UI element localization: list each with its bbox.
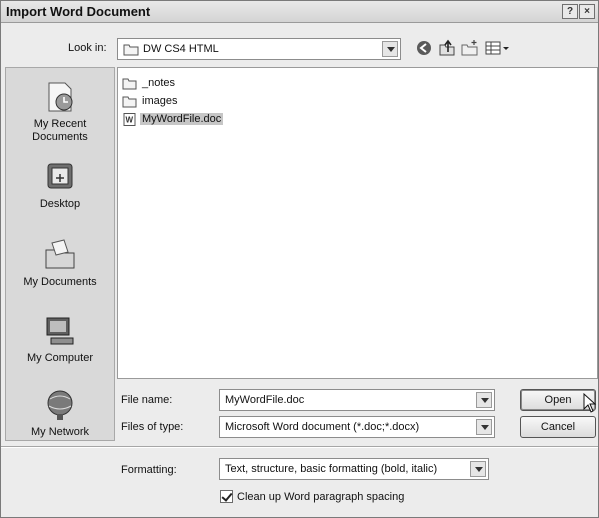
formatting-dropdown[interactable]: Text, structure, basic formatting (bold,…	[219, 458, 489, 480]
file-name-value: MyWordFile.doc	[225, 394, 305, 406]
chevron-down-icon[interactable]	[382, 41, 398, 57]
look-in-value: DW CS4 HTML	[143, 43, 219, 55]
look-in-dropdown[interactable]: DW CS4 HTML	[117, 38, 401, 60]
word-document-icon: W	[123, 113, 136, 126]
view-menu-icon[interactable]	[485, 39, 511, 57]
my-computer-icon	[43, 314, 77, 348]
files-of-type-value: Microsoft Word document (*.doc;*.docx)	[225, 421, 420, 433]
title-bar: Import Word Document ? ×	[1, 1, 598, 23]
file-name: MyWordFile.doc	[140, 113, 224, 125]
my-documents-icon	[43, 238, 77, 272]
mouse-pointer-icon	[583, 393, 597, 413]
place-my-recent-documents[interactable]: My Recent Documents	[6, 80, 114, 144]
place-my-computer[interactable]: My Computer	[6, 314, 114, 365]
back-icon[interactable]	[415, 39, 433, 57]
cleanup-checkbox[interactable]	[220, 490, 233, 503]
chevron-down-icon[interactable]	[476, 392, 492, 408]
file-list[interactable]: _notes images W MyWordFile.doc	[117, 67, 598, 379]
folder-icon	[123, 44, 139, 56]
svg-text:W: W	[126, 116, 134, 125]
desktop-icon	[43, 160, 77, 194]
place-my-network[interactable]: My Network	[6, 388, 114, 439]
up-folder-icon[interactable]	[438, 39, 456, 57]
files-of-type-label: Files of type:	[121, 421, 184, 433]
help-button[interactable]: ?	[562, 4, 578, 19]
file-name-label: File name:	[121, 394, 173, 406]
file-name: images	[142, 95, 178, 107]
divider	[1, 446, 598, 448]
cancel-button[interactable]: Cancel	[520, 416, 596, 438]
file-name-input[interactable]: MyWordFile.doc	[219, 389, 495, 411]
cleanup-label: Clean up Word paragraph spacing	[237, 491, 405, 503]
places-bar: My Recent Documents Desktop My Documents	[5, 67, 115, 441]
chevron-down-icon[interactable]	[476, 419, 492, 435]
close-button[interactable]: ×	[579, 4, 595, 19]
chevron-down-icon[interactable]	[470, 461, 486, 477]
place-my-documents[interactable]: My Documents	[6, 238, 114, 289]
file-name: _notes	[142, 77, 176, 89]
place-label: My Documents	[23, 276, 97, 288]
place-desktop[interactable]: Desktop	[6, 160, 114, 211]
files-of-type-dropdown[interactable]: Microsoft Word document (*.doc;*.docx)	[219, 416, 495, 438]
look-in-label: Look in:	[68, 42, 107, 54]
folder-icon	[122, 78, 137, 90]
place-label: Desktop	[39, 198, 81, 210]
place-label: My Computer	[26, 352, 94, 364]
formatting-value: Text, structure, basic formatting (bold,…	[225, 463, 438, 475]
new-folder-icon[interactable]	[461, 39, 479, 57]
place-label: My Network	[30, 426, 90, 438]
folder-icon	[122, 96, 137, 108]
import-word-dialog: Import Word Document ? × Look in: DW CS4…	[0, 0, 599, 518]
dialog-title: Import Word Document	[6, 4, 151, 19]
place-label: My Recent Documents	[32, 118, 88, 143]
recent-documents-icon	[43, 80, 77, 114]
network-icon	[43, 388, 77, 422]
formatting-label: Formatting:	[121, 464, 177, 476]
